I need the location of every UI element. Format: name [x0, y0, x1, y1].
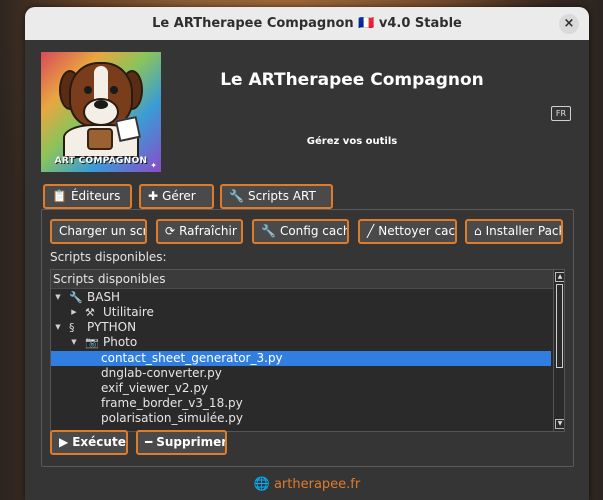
scrollbar-thumb[interactable] — [556, 284, 563, 368]
button-label: Charger un scr — [59, 224, 147, 238]
tab-scripts-art[interactable]: 🔧 Scripts ART — [220, 184, 333, 209]
tree-row-label: BASH — [87, 290, 121, 304]
tree-row-label: PYTHON — [87, 320, 137, 334]
tree-row-label: polarisation_simulée.py — [101, 411, 244, 425]
tree-row-script[interactable]: dnglab-converter.py — [51, 366, 551, 381]
clipboard-icon: 📋 — [52, 189, 67, 203]
button-label: Installer Pack — [485, 224, 563, 238]
wrench-icon: 🔧 — [229, 189, 244, 203]
button-label: Rafraîchir — [179, 224, 237, 238]
window-title: Le ARTherapee Compagnon 🇫🇷 v4.0 Stable — [152, 16, 462, 31]
tree-row-script[interactable]: polarisation_simulée.py — [51, 411, 551, 426]
expand-arrow-icon[interactable]: ▼ — [53, 290, 63, 305]
tab-editeurs[interactable]: 📋 Éditeurs — [43, 184, 132, 209]
python-icon: § — [69, 321, 75, 334]
tree-row-label: dnglab-converter.py — [101, 366, 222, 380]
tree-row-script[interactable]: frame_border_v3_18.py — [51, 396, 551, 411]
expand-arrow-icon[interactable]: ▼ — [53, 320, 63, 335]
load-script-button[interactable]: Charger un scr — [50, 219, 147, 244]
tab-label: Éditeurs — [70, 189, 121, 203]
scripts-list-label: Scripts disponibles: — [50, 250, 167, 264]
wrench-icon: 🔧 — [261, 224, 276, 238]
package-icon: ⌂ — [474, 224, 482, 238]
button-label: Supprimer — [156, 435, 227, 449]
tree-row-bash[interactable]: ▼ 🔧 BASH — [51, 290, 551, 305]
app-title: Le ARTherapee Compagnon — [220, 70, 484, 90]
play-icon: ▶ — [59, 435, 69, 449]
app-logo: ART COMPAGNON ✦ — [41, 52, 161, 172]
plus-icon: ✚ — [148, 189, 159, 203]
install-pack-button[interactable]: ⌂ Installer Pack — [465, 219, 563, 244]
language-flag-badge[interactable]: FR — [551, 106, 571, 121]
delete-button[interactable]: ━ Supprimer — [136, 430, 227, 455]
tree-column-header[interactable]: Scripts disponibles — [51, 270, 553, 289]
tools-icon: ⚒ — [85, 306, 95, 319]
clean-cache-button[interactable]: ╱ Nettoyer cach — [358, 219, 457, 244]
tree-row-script[interactable]: exif_viewer_v2.py — [51, 381, 551, 396]
tree-row-script-selected[interactable]: contact_sheet_generator_3.py — [51, 351, 551, 366]
refresh-icon: ⟳ — [165, 224, 176, 238]
tree-row-label: exif_viewer_v2.py — [101, 381, 209, 395]
config-cache-button[interactable]: 🔧Config cache — [252, 219, 349, 244]
refresh-button[interactable]: ⟳ Rafraîchir — [156, 219, 243, 244]
logo-dog-eye-right — [110, 86, 118, 94]
tree-row-label: Photo — [103, 335, 138, 349]
camera-icon: 📷 — [85, 336, 99, 349]
expand-arrow-icon[interactable]: ▶ — [69, 305, 79, 320]
logo-barrel — [87, 128, 113, 150]
vertical-scrollbar[interactable]: ▲ ▼ — [553, 270, 564, 431]
app-window: Le ARTherapee Compagnon 🇫🇷 v4.0 Stable ×… — [25, 7, 589, 500]
scroll-down-icon[interactable]: ▼ — [555, 419, 564, 429]
tab-label: Scripts ART — [247, 189, 316, 203]
website-link[interactable]: 🌐 artherapee.fr — [25, 477, 589, 492]
tree-row-label: frame_border_v3_18.py — [101, 396, 243, 410]
logo-dog-eye-left — [84, 86, 92, 94]
app-subtitle: Gérez vos outils — [306, 136, 398, 147]
button-label: Config cache — [279, 224, 347, 238]
execute-button[interactable]: ▶ Exécuter — [50, 430, 128, 455]
logo-dog-nose — [94, 100, 108, 109]
window-titlebar[interactable]: Le ARTherapee Compagnon 🇫🇷 v4.0 Stable × — [25, 7, 589, 40]
tree-row-utilitaire[interactable]: ▶ ⚒ Utilitaire — [51, 305, 551, 320]
tree-row-label: Utilitaire — [103, 305, 154, 319]
logo-palette-icon — [114, 115, 142, 143]
button-label: Exécuter — [72, 435, 128, 449]
globe-icon: 🌐 — [253, 477, 270, 492]
scroll-up-icon[interactable]: ▲ — [555, 272, 564, 282]
expand-arrow-icon[interactable]: ▼ — [69, 335, 79, 350]
sparkle-icon: ✦ — [150, 161, 157, 170]
tab-label: Gérer — [162, 189, 196, 203]
scripts-tree[interactable]: Scripts disponibles ▼ 🔧 BASH ▶ ⚒ Utilita… — [50, 269, 565, 432]
logo-text: ART COMPAGNON — [54, 156, 148, 166]
minus-icon: ━ — [145, 435, 153, 449]
tab-gerer[interactable]: ✚ Gérer — [139, 184, 214, 209]
wrench-icon: 🔧 — [69, 291, 83, 304]
button-label: Nettoyer cach — [378, 224, 457, 238]
broom-icon: ╱ — [367, 224, 375, 238]
website-link-text: artherapee.fr — [273, 477, 361, 492]
tree-row-python[interactable]: ▼ § PYTHON — [51, 320, 551, 335]
tree-row-photo[interactable]: ▼ 📷 Photo — [51, 335, 551, 350]
close-button[interactable]: × — [559, 14, 579, 34]
tree-row-label: contact_sheet_generator_3.py — [101, 351, 283, 365]
